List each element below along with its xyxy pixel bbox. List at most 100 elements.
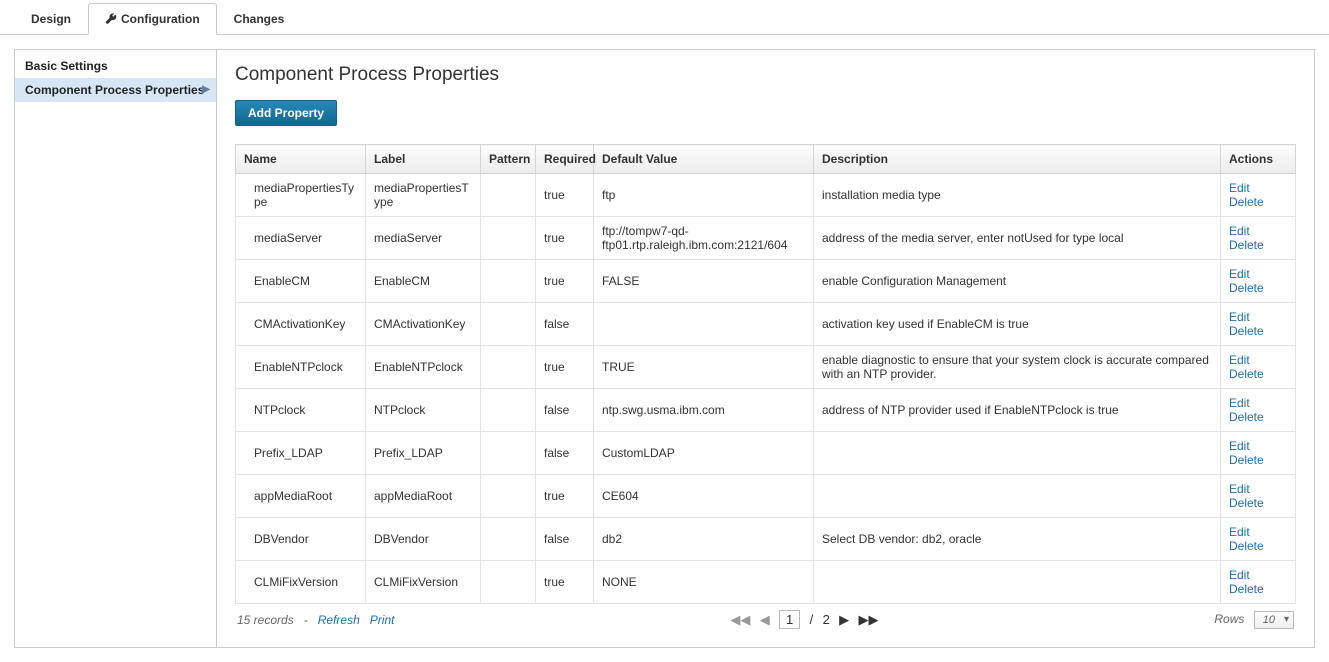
col-header-required[interactable]: Required bbox=[536, 145, 594, 174]
cell-label: Prefix_LDAP bbox=[366, 432, 481, 475]
tab-design[interactable]: Design bbox=[14, 3, 88, 35]
table-row: appMediaRootappMediaRoottrueCE604Edit De… bbox=[236, 475, 1296, 518]
edit-link[interactable]: Edit bbox=[1229, 439, 1250, 453]
rows-label: Rows bbox=[1214, 612, 1244, 626]
cell-required: true bbox=[536, 217, 594, 260]
cell-required: true bbox=[536, 174, 594, 217]
col-header-pattern[interactable]: Pattern bbox=[481, 145, 536, 174]
delete-link[interactable]: Delete bbox=[1229, 238, 1264, 252]
edit-link[interactable]: Edit bbox=[1229, 181, 1250, 195]
page-separator: / bbox=[810, 612, 814, 627]
table-row: mediaPropertiesTypemediaPropertiesType tr… bbox=[236, 174, 1296, 217]
cell-description bbox=[814, 475, 1221, 518]
sidebar-item-basic-settings[interactable]: Basic Settings bbox=[15, 54, 216, 78]
current-page-input[interactable]: 1 bbox=[779, 610, 800, 629]
delete-link[interactable]: Delete bbox=[1229, 195, 1264, 209]
cell-label: mediaPropertiesType bbox=[366, 174, 481, 217]
prev-page-icon[interactable]: ◀ bbox=[760, 612, 770, 627]
add-property-button[interactable]: Add Property bbox=[235, 100, 337, 126]
cell-actions: Edit Delete bbox=[1221, 561, 1296, 604]
cell-label: CMActivationKey bbox=[366, 303, 481, 346]
delete-link[interactable]: Delete bbox=[1229, 281, 1264, 295]
table-row: EnableCMEnableCMtrueFALSEenable Configur… bbox=[236, 260, 1296, 303]
refresh-link[interactable]: Refresh bbox=[318, 613, 360, 627]
cell-pattern bbox=[481, 561, 536, 604]
edit-link[interactable]: Edit bbox=[1229, 353, 1250, 367]
table-footer: 15 records - Refresh Print ◀◀ ◀ 1 / 2 ▶ … bbox=[235, 604, 1296, 629]
cell-label: NTPclock bbox=[366, 389, 481, 432]
top-tabs: Design Configuration Changes bbox=[0, 2, 1329, 35]
table-header-row: Name Label Pattern Required Default Valu… bbox=[236, 145, 1296, 174]
pager: ◀◀ ◀ 1 / 2 ▶ ▶▶ bbox=[394, 610, 1214, 629]
delete-link[interactable]: Delete bbox=[1229, 539, 1264, 553]
cell-pattern bbox=[481, 432, 536, 475]
col-header-label[interactable]: Label bbox=[366, 145, 481, 174]
cell-required: true bbox=[536, 561, 594, 604]
delete-link[interactable]: Delete bbox=[1229, 496, 1264, 510]
cell-name: NTPclock bbox=[236, 389, 366, 432]
col-header-description[interactable]: Description bbox=[814, 145, 1221, 174]
delete-link[interactable]: Delete bbox=[1229, 324, 1264, 338]
edit-link[interactable]: Edit bbox=[1229, 310, 1250, 324]
cell-pattern bbox=[481, 389, 536, 432]
cell-label: DBVendor bbox=[366, 518, 481, 561]
cell-required: false bbox=[536, 432, 594, 475]
col-header-name[interactable]: Name bbox=[236, 145, 366, 174]
cell-description: address of the media server, enter notUs… bbox=[814, 217, 1221, 260]
cell-required: false bbox=[536, 518, 594, 561]
cell-default-value: TRUE bbox=[594, 346, 814, 389]
last-page-icon[interactable]: ▶▶ bbox=[859, 612, 879, 627]
cell-required: true bbox=[536, 260, 594, 303]
table-row: NTPclockNTPclockfalsentp.swg.usma.ibm.co… bbox=[236, 389, 1296, 432]
page-title: Component Process Properties bbox=[235, 64, 1296, 86]
cell-pattern bbox=[481, 217, 536, 260]
cell-name: CMActivationKey bbox=[236, 303, 366, 346]
cell-label: EnableNTPclock bbox=[366, 346, 481, 389]
delete-link[interactable]: Delete bbox=[1229, 582, 1264, 596]
footer-separator: - bbox=[304, 613, 308, 627]
cell-required: false bbox=[536, 303, 594, 346]
print-link[interactable]: Print bbox=[370, 613, 395, 627]
cell-description bbox=[814, 432, 1221, 475]
cell-actions: Edit Delete bbox=[1221, 174, 1296, 217]
table-row: EnableNTPclockEnableNTPclocktrueTRUEenab… bbox=[236, 346, 1296, 389]
edit-link[interactable]: Edit bbox=[1229, 525, 1250, 539]
delete-link[interactable]: Delete bbox=[1229, 453, 1264, 467]
cell-default-value: FALSE bbox=[594, 260, 814, 303]
cell-default-value: CustomLDAP bbox=[594, 432, 814, 475]
cell-pattern bbox=[481, 475, 536, 518]
next-page-icon[interactable]: ▶ bbox=[839, 612, 849, 627]
cell-default-value: db2 bbox=[594, 518, 814, 561]
delete-link[interactable]: Delete bbox=[1229, 410, 1264, 424]
cell-name: Prefix_LDAP bbox=[236, 432, 366, 475]
table-row: DBVendorDBVendor falsedb2Select DB vendor… bbox=[236, 518, 1296, 561]
tab-changes[interactable]: Changes bbox=[217, 3, 302, 35]
col-header-default-value[interactable]: Default Value bbox=[594, 145, 814, 174]
cell-default-value: ftp bbox=[594, 174, 814, 217]
delete-link[interactable]: Delete bbox=[1229, 367, 1264, 381]
cell-name: DBVendor bbox=[236, 518, 366, 561]
cell-description bbox=[814, 561, 1221, 604]
first-page-icon[interactable]: ◀◀ bbox=[730, 612, 750, 627]
sidebar-item-component-process-properties[interactable]: Component Process Properties ▶ bbox=[15, 78, 216, 102]
tab-configuration[interactable]: Configuration bbox=[88, 3, 217, 35]
total-pages: 2 bbox=[823, 612, 830, 627]
edit-link[interactable]: Edit bbox=[1229, 396, 1250, 410]
col-header-actions[interactable]: Actions bbox=[1221, 145, 1296, 174]
edit-link[interactable]: Edit bbox=[1229, 267, 1250, 281]
cell-description: Select DB vendor: db2, oracle bbox=[814, 518, 1221, 561]
cell-label: EnableCM bbox=[366, 260, 481, 303]
sidebar: Basic Settings Component Process Propert… bbox=[15, 50, 217, 647]
wrench-icon bbox=[105, 13, 117, 25]
cell-actions: Edit Delete bbox=[1221, 346, 1296, 389]
cell-actions: Edit Delete bbox=[1221, 518, 1296, 561]
rows-per-page-select[interactable]: 10 bbox=[1254, 611, 1294, 629]
edit-link[interactable]: Edit bbox=[1229, 224, 1250, 238]
cell-default-value: ftp://tompw7-qd-ftp01.rtp.raleigh.ibm.co… bbox=[594, 217, 814, 260]
edit-link[interactable]: Edit bbox=[1229, 482, 1250, 496]
cell-name: CLMiFixVersion bbox=[236, 561, 366, 604]
cell-description: installation media type bbox=[814, 174, 1221, 217]
cell-default-value: CE604 bbox=[594, 475, 814, 518]
edit-link[interactable]: Edit bbox=[1229, 568, 1250, 582]
cell-name: mediaPropertiesType bbox=[236, 174, 366, 217]
